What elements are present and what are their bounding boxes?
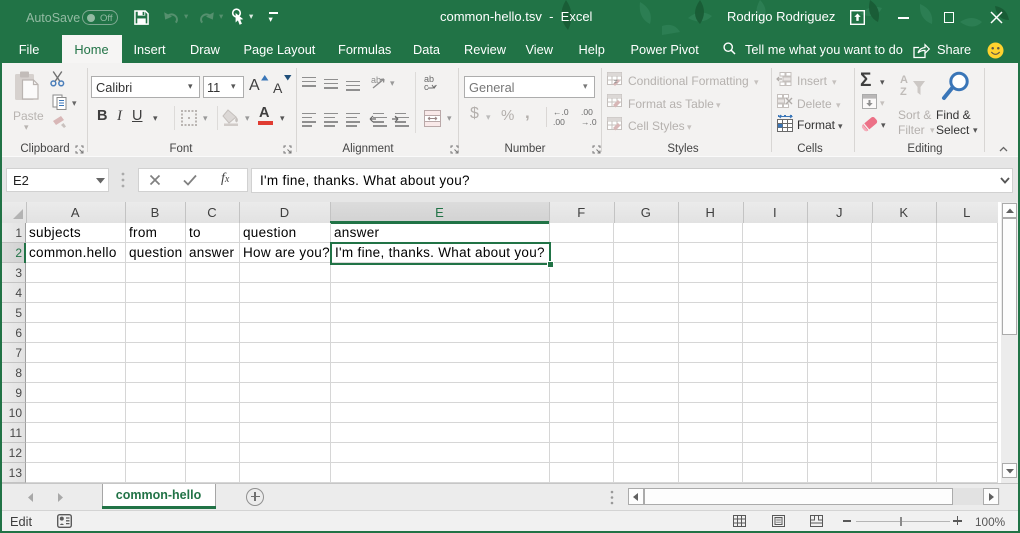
svg-text:Z: Z — [900, 86, 907, 98]
svg-text:c: c — [424, 82, 429, 92]
svg-text:≠: ≠ — [614, 79, 618, 86]
svg-text:A: A — [900, 74, 908, 86]
